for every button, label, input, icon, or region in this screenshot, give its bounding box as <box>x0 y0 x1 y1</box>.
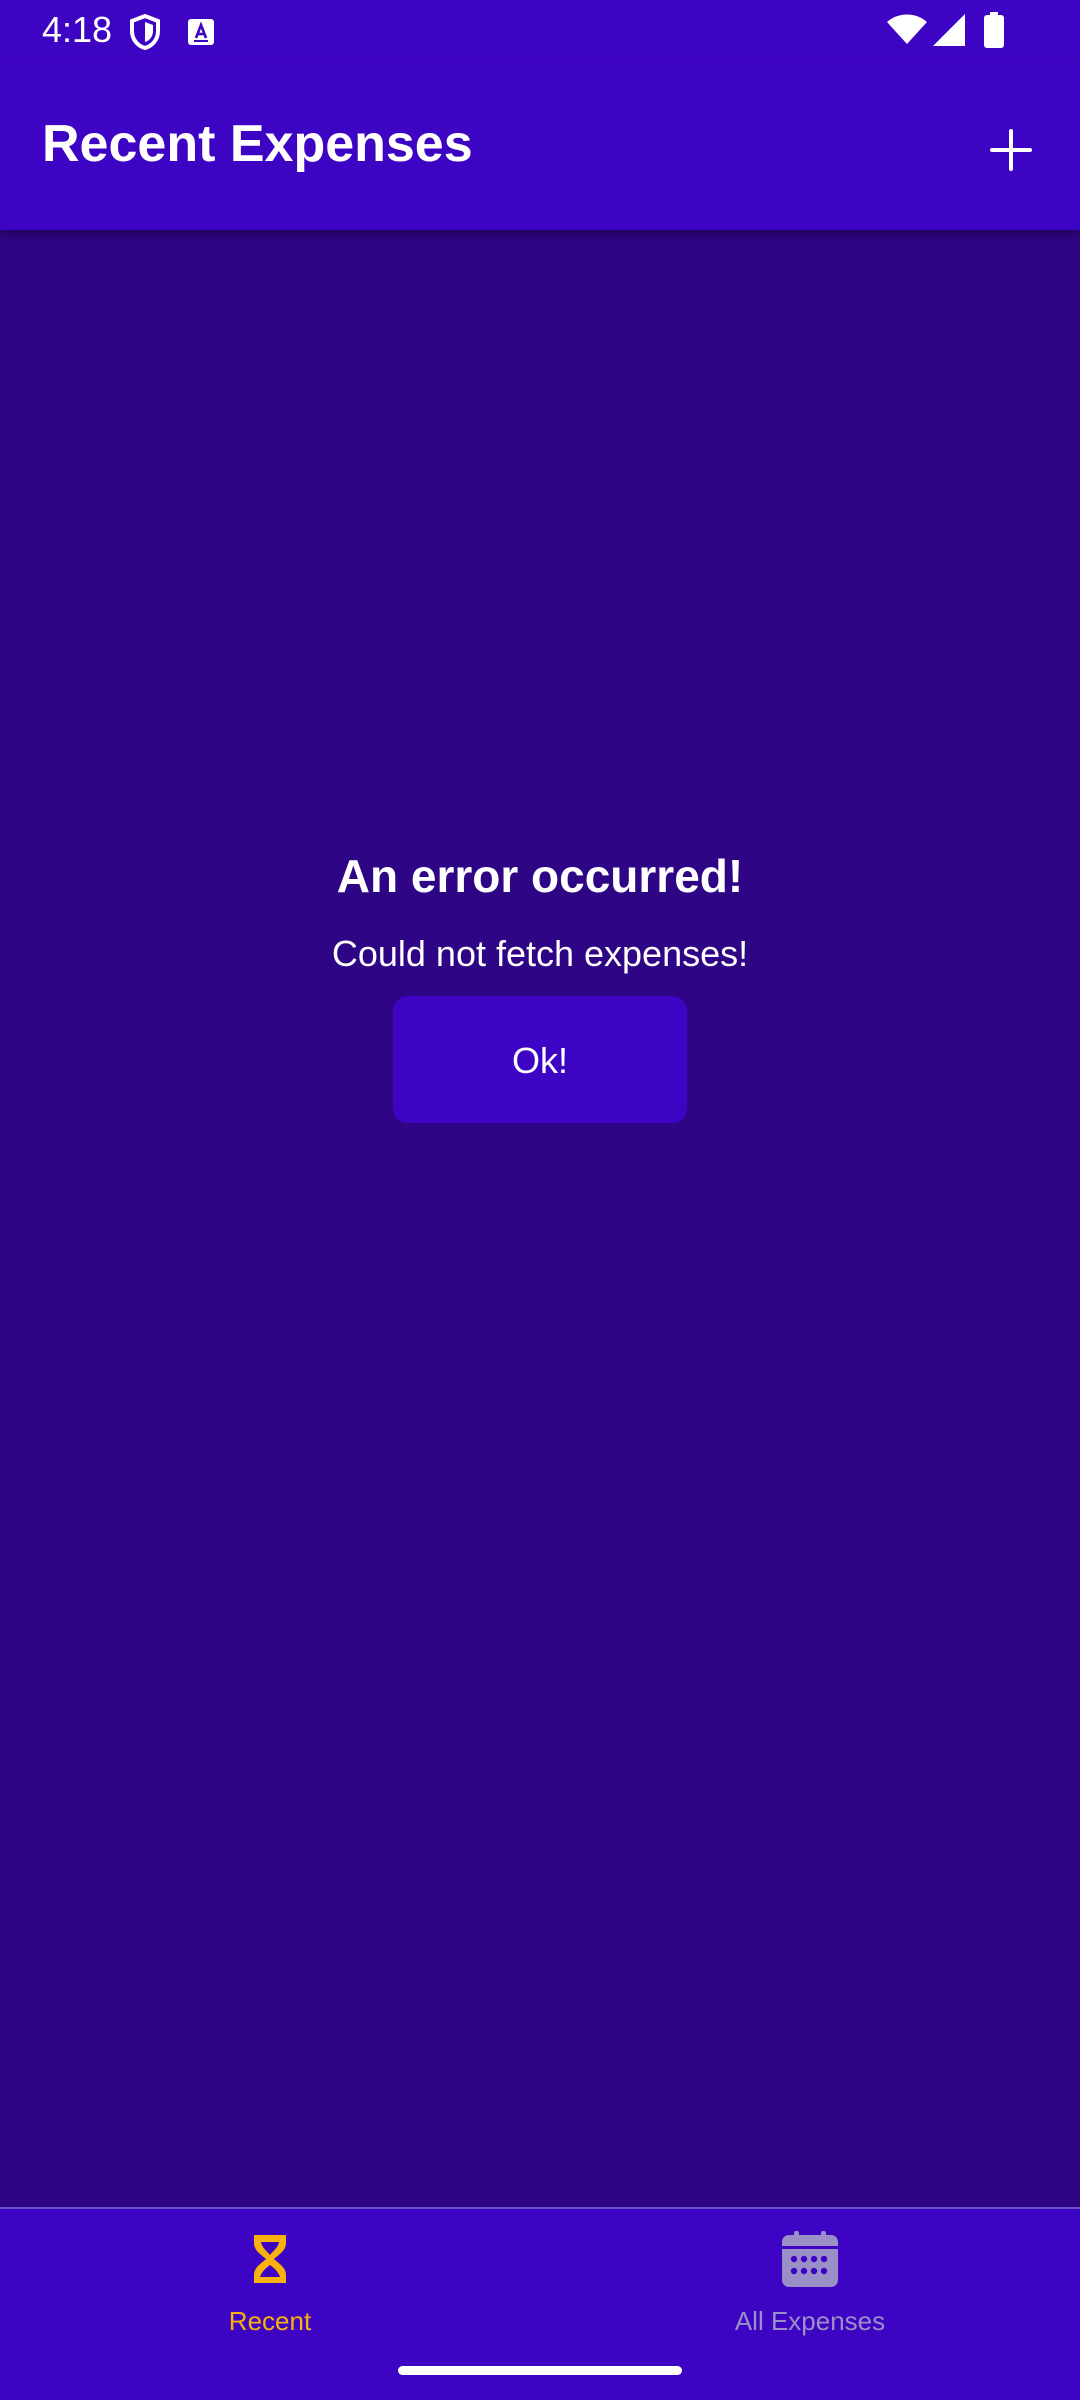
nav-label-recent: Recent <box>228 2306 312 2336</box>
error-title: An error occurred! <box>336 850 744 902</box>
nav-label-all-expenses: All Expenses <box>734 2306 886 2336</box>
hourglass-icon <box>254 2235 286 2283</box>
nav-item-all-expenses[interactable]: All Expenses <box>540 2209 1080 2379</box>
shield-icon <box>130 13 160 51</box>
battery-icon <box>984 12 1004 48</box>
status-time: 4:18 <box>42 9 113 50</box>
home-indicator[interactable] <box>398 2366 682 2375</box>
calendar-icon <box>782 2231 838 2287</box>
plus-icon <box>990 129 1032 171</box>
ok-button[interactable]: Ok! <box>393 996 687 1123</box>
add-expense-button[interactable] <box>975 114 1047 186</box>
app-bar: Recent Expenses <box>0 62 1080 230</box>
keyboard-a-icon <box>188 19 214 45</box>
error-overlay: An error occurred! Could not fetch expen… <box>0 848 1080 1123</box>
status-bar: 4:18 <box>0 0 1080 62</box>
content-area <box>0 230 1080 2207</box>
error-message: Could not fetch expenses! <box>331 933 749 974</box>
page-title: Recent Expenses <box>42 115 473 173</box>
wifi-icon <box>887 14 927 44</box>
nav-item-recent[interactable]: Recent <box>0 2209 540 2379</box>
signal-icon <box>933 14 965 46</box>
